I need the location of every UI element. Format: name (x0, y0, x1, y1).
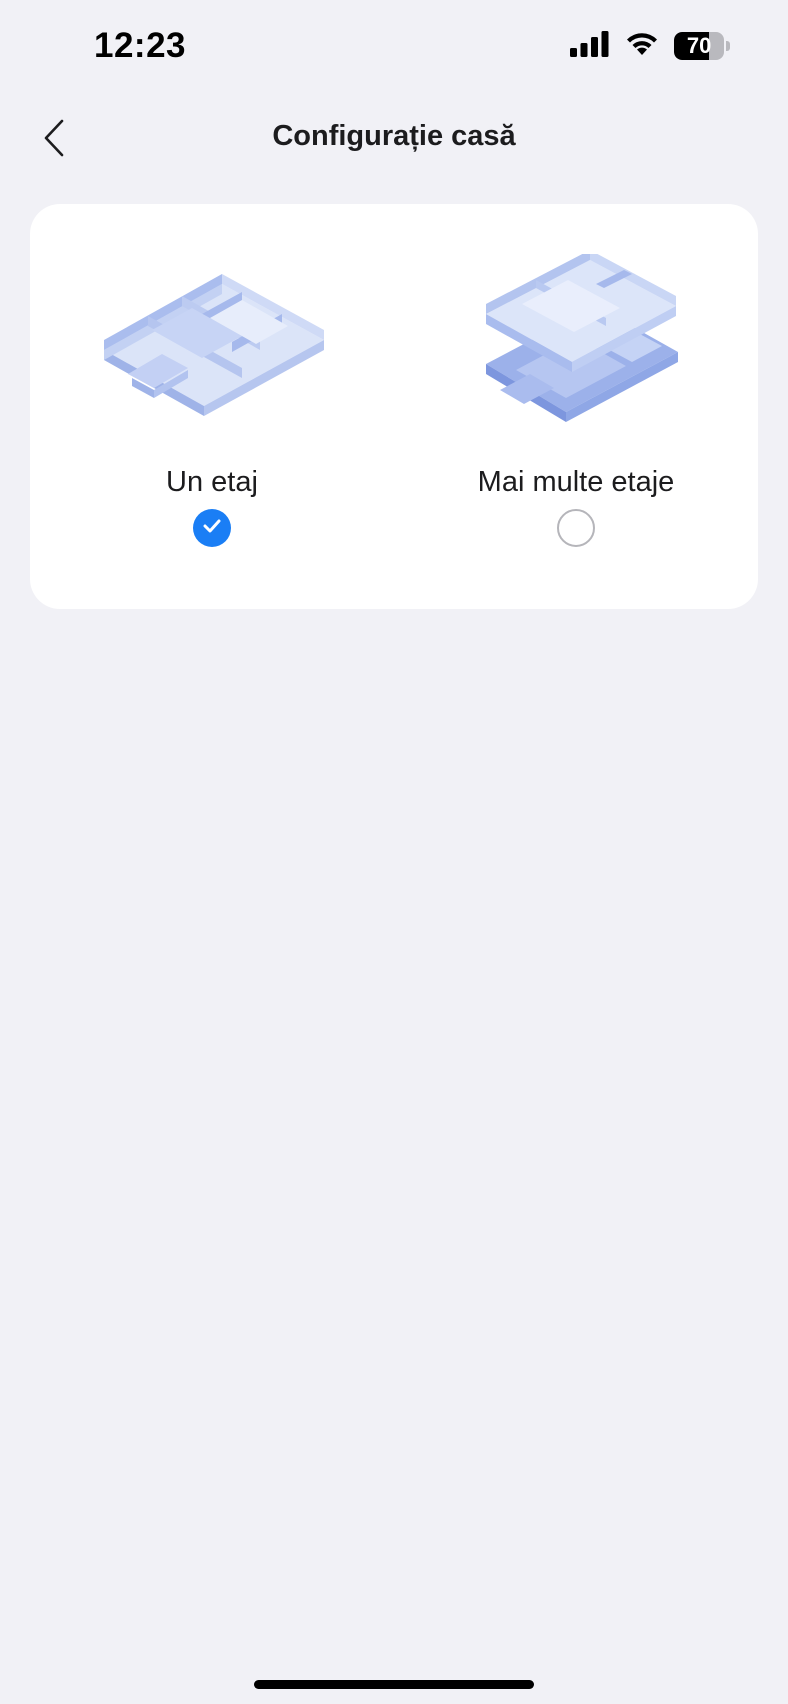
battery-icon: 70 (674, 32, 730, 60)
page-title: Configurație casă (272, 120, 516, 152)
status-time: 12:23 (94, 26, 187, 65)
status-icons: 70 (570, 30, 730, 62)
status-bar: 12:23 70 (0, 0, 788, 96)
battery-body: 70 (674, 32, 725, 60)
floor-config-card: Un etaj Mai multe etaje (30, 204, 758, 609)
wifi-icon (624, 30, 660, 62)
radio-single-floor[interactable] (193, 509, 231, 547)
checkmark-icon (203, 519, 221, 538)
option-single-floor[interactable]: Un etaj (30, 204, 394, 609)
option-multi-floor[interactable]: Mai multe etaje (394, 204, 758, 609)
nav-bar: Configurație casă (0, 96, 788, 184)
single-floor-plan-illustration (92, 254, 332, 434)
option-label-multi-floor: Mai multe etaje (477, 466, 675, 498)
battery-level: 70 (686, 33, 712, 58)
cellular-signal-icon (570, 30, 610, 62)
option-label-single-floor: Un etaj (166, 466, 258, 498)
radio-multi-floor[interactable] (557, 509, 595, 547)
battery-cap (726, 41, 730, 51)
home-indicator[interactable] (254, 1680, 534, 1689)
multi-floor-plan-illustration (456, 250, 696, 434)
